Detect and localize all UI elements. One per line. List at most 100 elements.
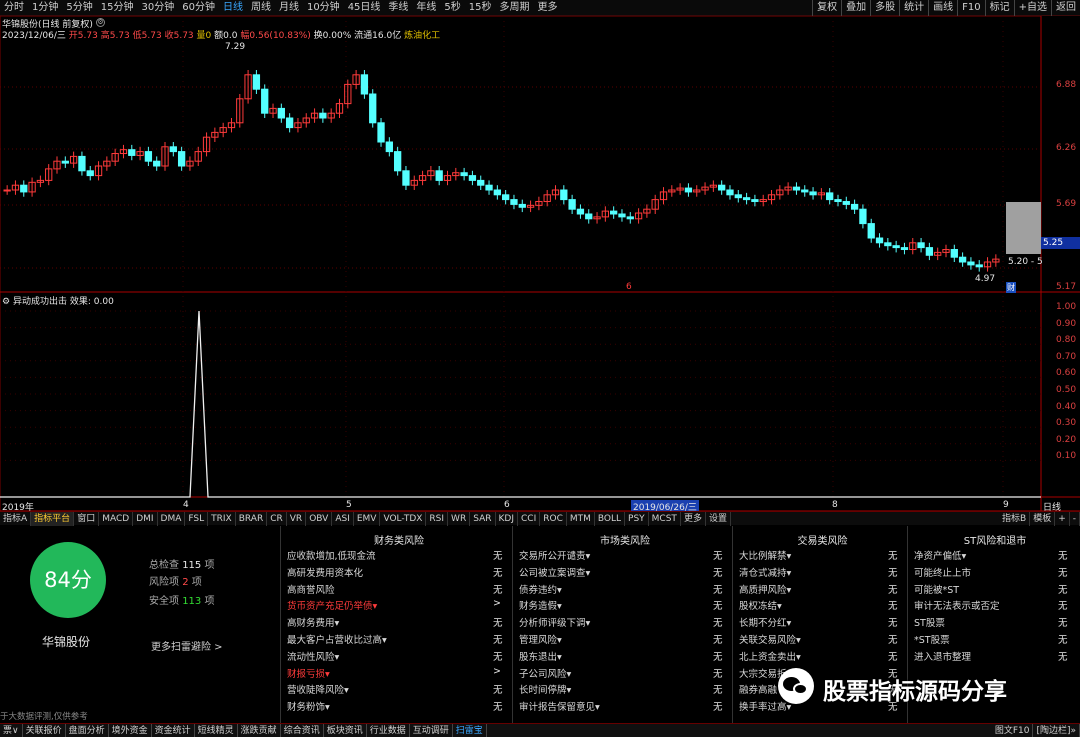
- risk-item[interactable]: 财报亏损▾: [287, 666, 330, 680]
- risk-item[interactable]: 长时间停牌▾: [519, 682, 571, 696]
- period-tab[interactable]: 更多: [534, 0, 562, 16]
- risk-item[interactable]: 财务造假▾: [519, 598, 562, 612]
- bottom-tab[interactable]: 行业数据: [367, 723, 410, 737]
- bottom-tab[interactable]: 境外资金: [109, 723, 152, 737]
- indicator-tab-right[interactable]: 模板: [1030, 511, 1056, 526]
- risk-item[interactable]: 高质押风险▾: [739, 582, 791, 596]
- risk-item[interactable]: 审计报告保留意见▾: [519, 699, 600, 713]
- risk-item[interactable]: 审计无法表示或否定: [914, 598, 1000, 612]
- risk-item[interactable]: 交易所公开谴责▾: [519, 548, 590, 562]
- bottom-tab[interactable]: 板块资讯: [324, 723, 367, 737]
- risk-item[interactable]: 公司被立案调查▾: [519, 565, 590, 579]
- indicator-tab[interactable]: BRAR: [236, 511, 268, 526]
- period-tab[interactable]: 多周期: [496, 0, 534, 16]
- risk-item[interactable]: 关联交易风险▾: [739, 632, 801, 646]
- tool-button[interactable]: +自选: [1013, 0, 1051, 16]
- indicator-tab[interactable]: SAR: [470, 511, 496, 526]
- indicator-tab[interactable]: EMV: [354, 511, 381, 526]
- period-tab[interactable]: 年线: [412, 0, 440, 16]
- risk-item[interactable]: 营收陡降风险▾: [287, 682, 349, 696]
- period-tab[interactable]: 1分钟: [28, 0, 62, 16]
- period-tab[interactable]: 15秒: [465, 0, 496, 16]
- risk-item[interactable]: 换手率过高▾: [739, 699, 791, 713]
- risk-item[interactable]: 管理风险▾: [519, 632, 562, 646]
- period-tab[interactable]: 30分钟: [137, 0, 178, 16]
- risk-item[interactable]: 进入退市整理: [914, 649, 971, 663]
- tool-button[interactable]: 统计: [899, 0, 928, 16]
- risk-item[interactable]: 北上资金卖出▾: [739, 649, 801, 663]
- period-tab[interactable]: 周线: [247, 0, 275, 16]
- risk-item[interactable]: ST股票: [914, 615, 945, 629]
- indicator-tab[interactable]: 窗口: [74, 511, 100, 526]
- indicator-tab[interactable]: BOLL: [595, 511, 626, 526]
- risk-item[interactable]: 高商誉风险: [287, 582, 335, 596]
- indicator-tab[interactable]: MCST: [649, 511, 681, 526]
- indicator-tab[interactable]: PSY: [625, 511, 649, 526]
- period-tab[interactable]: 5分钟: [62, 0, 96, 16]
- indicator-tab[interactable]: CCI: [518, 511, 541, 526]
- bottom-tab[interactable]: 关联报价: [23, 723, 66, 737]
- risk-item[interactable]: 高财务费用▾: [287, 615, 339, 629]
- tool-button[interactable]: 标记: [984, 0, 1014, 16]
- indicator-tab[interactable]: OBV: [306, 511, 333, 526]
- bottom-tab[interactable]: 资金统计: [152, 723, 195, 737]
- risk-item[interactable]: *ST股票: [914, 632, 950, 646]
- bottom-tab[interactable]: 综合资讯: [281, 723, 324, 737]
- period-tab[interactable]: 60分钟: [178, 0, 219, 16]
- period-tab[interactable]: 5秒: [440, 0, 464, 16]
- period-tab[interactable]: 分时: [0, 0, 28, 16]
- chart-area[interactable]: [0, 16, 1080, 511]
- tool-button[interactable]: 复权: [812, 0, 841, 16]
- indicator-tab[interactable]: FSL: [185, 511, 209, 526]
- tool-button[interactable]: 返回: [1051, 0, 1080, 16]
- risk-item[interactable]: 股权冻结▾: [739, 598, 782, 612]
- indicator-tab[interactable]: TRIX: [208, 511, 236, 526]
- period-tab[interactable]: 10分钟: [303, 0, 344, 16]
- indicator-tab-right[interactable]: -: [1070, 511, 1080, 526]
- risk-item[interactable]: 股东退出▾: [519, 649, 562, 663]
- risk-item[interactable]: 融券高融: [739, 682, 777, 696]
- bottom-tab-right[interactable]: 图文F10: [992, 723, 1034, 737]
- indicator-tab[interactable]: VOL-TDX: [380, 511, 427, 526]
- indicator-tab[interactable]: CR: [267, 511, 287, 526]
- risk-item[interactable]: 长期不分红▾: [739, 615, 791, 629]
- tool-button[interactable]: 画线: [928, 0, 957, 16]
- risk-item[interactable]: 可能终止上市: [914, 565, 971, 579]
- indicator-gear-icon[interactable]: ⚙: [2, 297, 10, 307]
- tool-button[interactable]: F10: [957, 0, 984, 16]
- more-scan-link[interactable]: 更多扫雷避险 >: [151, 638, 223, 653]
- indicator-tab[interactable]: DMI: [133, 511, 158, 526]
- indicator-tab[interactable]: 指标平台: [31, 511, 75, 526]
- risk-item[interactable]: 子公司风险▾: [519, 666, 571, 680]
- period-tab[interactable]: 日线: [219, 0, 247, 16]
- indicator-tab[interactable]: RSI: [426, 511, 449, 526]
- risk-item[interactable]: 流动性风险▾: [287, 649, 339, 663]
- indicator-tab[interactable]: MTM: [567, 511, 595, 526]
- tool-button[interactable]: 叠加: [841, 0, 870, 16]
- indicator-tab[interactable]: ROC: [540, 511, 567, 526]
- indicator-tab[interactable]: VR: [287, 511, 307, 526]
- risk-item[interactable]: 货币资产充足仍举债▾: [287, 598, 377, 612]
- risk-item[interactable]: 可能被*ST: [914, 582, 959, 596]
- indicator-tab[interactable]: DMA: [158, 511, 186, 526]
- risk-item[interactable]: 债券违约▾: [519, 582, 562, 596]
- period-tab[interactable]: 月线: [275, 0, 303, 16]
- indicator-tab[interactable]: ASI: [332, 511, 354, 526]
- risk-item[interactable]: 大比例解禁▾: [739, 548, 791, 562]
- indicator-tab[interactable]: WR: [448, 511, 471, 526]
- period-tab[interactable]: 季线: [384, 0, 412, 16]
- tool-button[interactable]: 多股: [870, 0, 899, 16]
- bottom-tab[interactable]: 互动调研: [410, 723, 453, 737]
- bottom-tab[interactable]: 盘面分析: [66, 723, 109, 737]
- bottom-tab[interactable]: 短线精灵: [195, 723, 238, 737]
- indicator-tab[interactable]: 指标A: [0, 511, 32, 526]
- risk-item[interactable]: 分析师评级下调▾: [519, 615, 590, 629]
- indicator-tab-right[interactable]: 指标B: [999, 511, 1031, 526]
- bottom-tab[interactable]: 涨跌贡献: [238, 723, 281, 737]
- indicator-tab[interactable]: MACD: [99, 511, 134, 526]
- indicator-tab[interactable]: 设置: [706, 511, 731, 526]
- bottom-tab[interactable]: 扫雷宝: [453, 723, 487, 737]
- bottom-tab-right[interactable]: [陶边栏]»: [1033, 723, 1080, 737]
- period-tab[interactable]: 45日线: [344, 0, 385, 16]
- period-tab[interactable]: 15分钟: [97, 0, 138, 16]
